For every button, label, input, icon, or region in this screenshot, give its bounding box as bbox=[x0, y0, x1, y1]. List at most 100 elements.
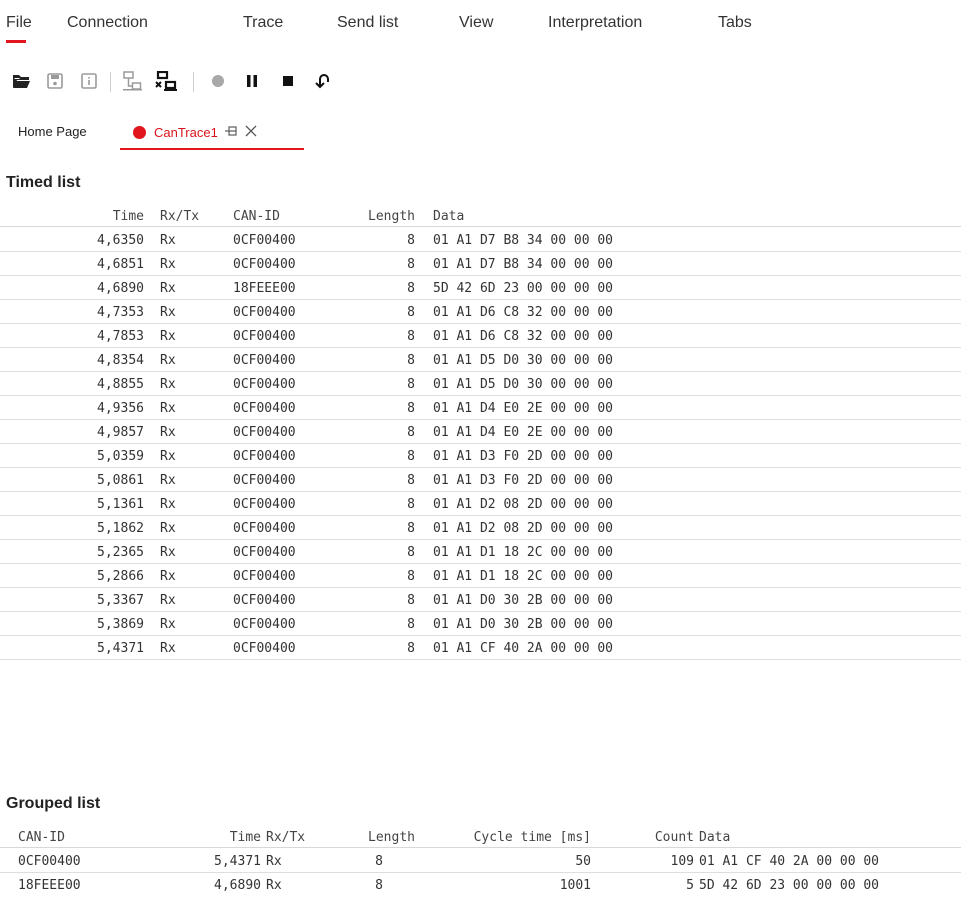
cell-can-id: 0CF00400 bbox=[233, 497, 296, 512]
col-can-id[interactable]: CAN-ID bbox=[233, 209, 280, 224]
cell-length: 8 bbox=[407, 377, 415, 392]
cell-time: 4,9356 bbox=[97, 401, 144, 416]
cell-length: 8 bbox=[407, 617, 415, 632]
table-row[interactable]: 4,9356 Rx 0CF00400 8 01 A1 D4 E0 2E 00 00 00 bbox=[0, 397, 961, 420]
col-data[interactable]: Data bbox=[699, 830, 730, 845]
cell-rxtx: Rx bbox=[160, 401, 176, 416]
table-row[interactable]: 5,1361 Rx 0CF00400 8 01 A1 D2 08 2D 00 00 00 bbox=[0, 493, 961, 516]
table-row[interactable]: 5,3367 Rx 0CF00400 8 01 A1 D0 30 2B 00 00 00 bbox=[0, 589, 961, 612]
cell-time: 4,9857 bbox=[97, 425, 144, 440]
cell-length: 8 bbox=[407, 641, 415, 656]
cell-time: 4,7853 bbox=[97, 329, 144, 344]
cell-data: 01 A1 D2 08 2D 00 00 00 bbox=[433, 497, 614, 512]
toolbar bbox=[0, 68, 961, 98]
cell-can-id: 0CF00400 bbox=[233, 545, 296, 560]
cell-length: 8 bbox=[407, 449, 415, 464]
cell-rxtx: Rx bbox=[160, 521, 176, 536]
menu-interpretation[interactable]: Interpretation bbox=[548, 14, 642, 32]
tab-cantrace1[interactable]: CanTrace1 bbox=[133, 124, 258, 141]
cell-cycle-time: 1001 bbox=[559, 878, 591, 893]
menu-file[interactable]: File bbox=[6, 14, 32, 32]
cell-rxtx: Rx bbox=[160, 569, 176, 584]
cell-rxtx: Rx bbox=[160, 641, 176, 656]
cell-data: 01 A1 D4 E0 2E 00 00 00 bbox=[433, 425, 614, 440]
cell-length: 8 bbox=[407, 545, 415, 560]
cell-rxtx: Rx bbox=[160, 545, 176, 560]
stop-icon[interactable] bbox=[275, 68, 301, 94]
cell-rxtx: Rx bbox=[160, 425, 176, 440]
cell-time: 4,6890 bbox=[97, 281, 144, 296]
table-row[interactable]: 5,1862 Rx 0CF00400 8 01 A1 D2 08 2D 00 00 00 bbox=[0, 517, 961, 540]
table-row[interactable]: 5,0359 Rx 0CF00400 8 01 A1 D3 F0 2D 00 00 00 bbox=[0, 445, 961, 468]
cell-data: 5D 42 6D 23 00 00 00 00 bbox=[433, 281, 614, 296]
cell-length: 8 bbox=[407, 497, 415, 512]
col-can-id[interactable]: CAN-ID bbox=[18, 830, 65, 845]
table-row[interactable]: 4,9857 Rx 0CF00400 8 01 A1 D4 E0 2E 00 00 00 bbox=[0, 421, 961, 444]
col-time[interactable]: Time bbox=[60, 209, 144, 224]
menu-connection[interactable]: Connection bbox=[67, 14, 148, 32]
cell-rxtx: Rx bbox=[266, 854, 282, 869]
col-cycle-time[interactable]: Cycle time [ms] bbox=[433, 830, 591, 845]
cell-rxtx: Rx bbox=[160, 257, 176, 272]
cell-time: 4,6350 bbox=[97, 233, 144, 248]
save-icon[interactable] bbox=[42, 68, 68, 94]
col-count[interactable]: Count bbox=[625, 830, 694, 845]
info-icon[interactable] bbox=[76, 68, 102, 94]
cell-length: 8 bbox=[407, 233, 415, 248]
cell-time: 5,4371 bbox=[97, 641, 144, 656]
cell-data: 01 A1 D5 D0 30 00 00 00 bbox=[433, 377, 614, 392]
table-row[interactable]: 4,8354 Rx 0CF00400 8 01 A1 D5 D0 30 00 00 00 bbox=[0, 349, 961, 372]
cell-can-id: 0CF00400 bbox=[233, 521, 296, 536]
grouped-list-title: Grouped list bbox=[6, 795, 101, 812]
col-length[interactable]: Length bbox=[343, 830, 415, 845]
menu-send-list[interactable]: Send list bbox=[337, 14, 398, 32]
undo-icon[interactable] bbox=[310, 68, 336, 94]
table-row[interactable]: 0CF00400 5,4371 Rx 8 50 109 01 A1 CF 40 … bbox=[0, 850, 961, 873]
folder-open-icon[interactable] bbox=[8, 68, 34, 94]
network-disconnect-icon[interactable] bbox=[153, 68, 179, 94]
cell-time: 5,1862 bbox=[97, 521, 144, 536]
menu-trace[interactable]: Trace bbox=[243, 14, 283, 32]
cell-can-id: 0CF00400 bbox=[233, 569, 296, 584]
table-row[interactable]: 18FEEE00 4,6890 Rx 8 1001 5 5D 42 6D 23 … bbox=[0, 874, 961, 897]
pin-icon[interactable] bbox=[224, 125, 238, 140]
cell-rxtx: Rx bbox=[160, 329, 176, 344]
menu-view[interactable]: View bbox=[459, 14, 493, 32]
cell-data: 01 A1 D6 C8 32 00 00 00 bbox=[433, 305, 614, 320]
cell-length: 8 bbox=[407, 257, 415, 272]
cell-data: 01 A1 D5 D0 30 00 00 00 bbox=[433, 353, 614, 368]
menu-tabs[interactable]: Tabs bbox=[718, 14, 752, 32]
cell-length: 8 bbox=[407, 329, 415, 344]
cell-length: 8 bbox=[407, 593, 415, 608]
cell-time: 5,4371 bbox=[214, 854, 261, 869]
col-data[interactable]: Data bbox=[433, 209, 464, 224]
table-row[interactable]: 4,6851 Rx 0CF00400 8 01 A1 D7 B8 34 00 00 00 bbox=[0, 253, 961, 276]
table-row[interactable]: 5,4371 Rx 0CF00400 8 01 A1 CF 40 2A 00 00 00 bbox=[0, 637, 961, 660]
table-row[interactable]: 5,2866 Rx 0CF00400 8 01 A1 D1 18 2C 00 00 00 bbox=[0, 565, 961, 588]
col-rxtx[interactable]: Rx/Tx bbox=[266, 830, 305, 845]
close-icon[interactable] bbox=[244, 124, 258, 141]
table-row[interactable]: 4,7853 Rx 0CF00400 8 01 A1 D6 C8 32 00 00 00 bbox=[0, 325, 961, 348]
cell-can-id: 0CF00400 bbox=[233, 425, 296, 440]
cell-can-id: 0CF00400 bbox=[233, 257, 296, 272]
table-row[interactable]: 5,2365 Rx 0CF00400 8 01 A1 D1 18 2C 00 00 00 bbox=[0, 541, 961, 564]
cell-data: 01 A1 D3 F0 2D 00 00 00 bbox=[433, 449, 614, 464]
cell-can-id: 0CF00400 bbox=[233, 305, 296, 320]
col-length[interactable]: Length bbox=[350, 209, 415, 224]
cell-time: 5,3869 bbox=[97, 617, 144, 632]
table-row[interactable]: 5,0861 Rx 0CF00400 8 01 A1 D3 F0 2D 00 00 00 bbox=[0, 469, 961, 492]
table-row[interactable]: 4,8855 Rx 0CF00400 8 01 A1 D5 D0 30 00 00 00 bbox=[0, 373, 961, 396]
col-rxtx[interactable]: Rx/Tx bbox=[160, 209, 199, 224]
cell-can-id: 0CF00400 bbox=[18, 854, 81, 869]
table-row[interactable]: 5,3869 Rx 0CF00400 8 01 A1 D0 30 2B 00 00 00 bbox=[0, 613, 961, 636]
network-connect-icon[interactable] bbox=[119, 68, 145, 94]
tab-home-page[interactable]: Home Page bbox=[18, 124, 87, 139]
pause-icon[interactable] bbox=[239, 68, 265, 94]
cell-length: 8 bbox=[375, 854, 383, 869]
table-row[interactable]: 4,6890 Rx 18FEEE00 8 5D 42 6D 23 00 00 00 00 bbox=[0, 277, 961, 300]
table-row[interactable]: 4,7353 Rx 0CF00400 8 01 A1 D6 C8 32 00 00 00 bbox=[0, 301, 961, 324]
table-row[interactable]: 4,6350 Rx 0CF00400 8 01 A1 D7 B8 34 00 00 00 bbox=[0, 229, 961, 252]
col-time[interactable]: Time bbox=[175, 830, 261, 845]
record-icon[interactable] bbox=[205, 68, 231, 94]
cell-rxtx: Rx bbox=[160, 305, 176, 320]
